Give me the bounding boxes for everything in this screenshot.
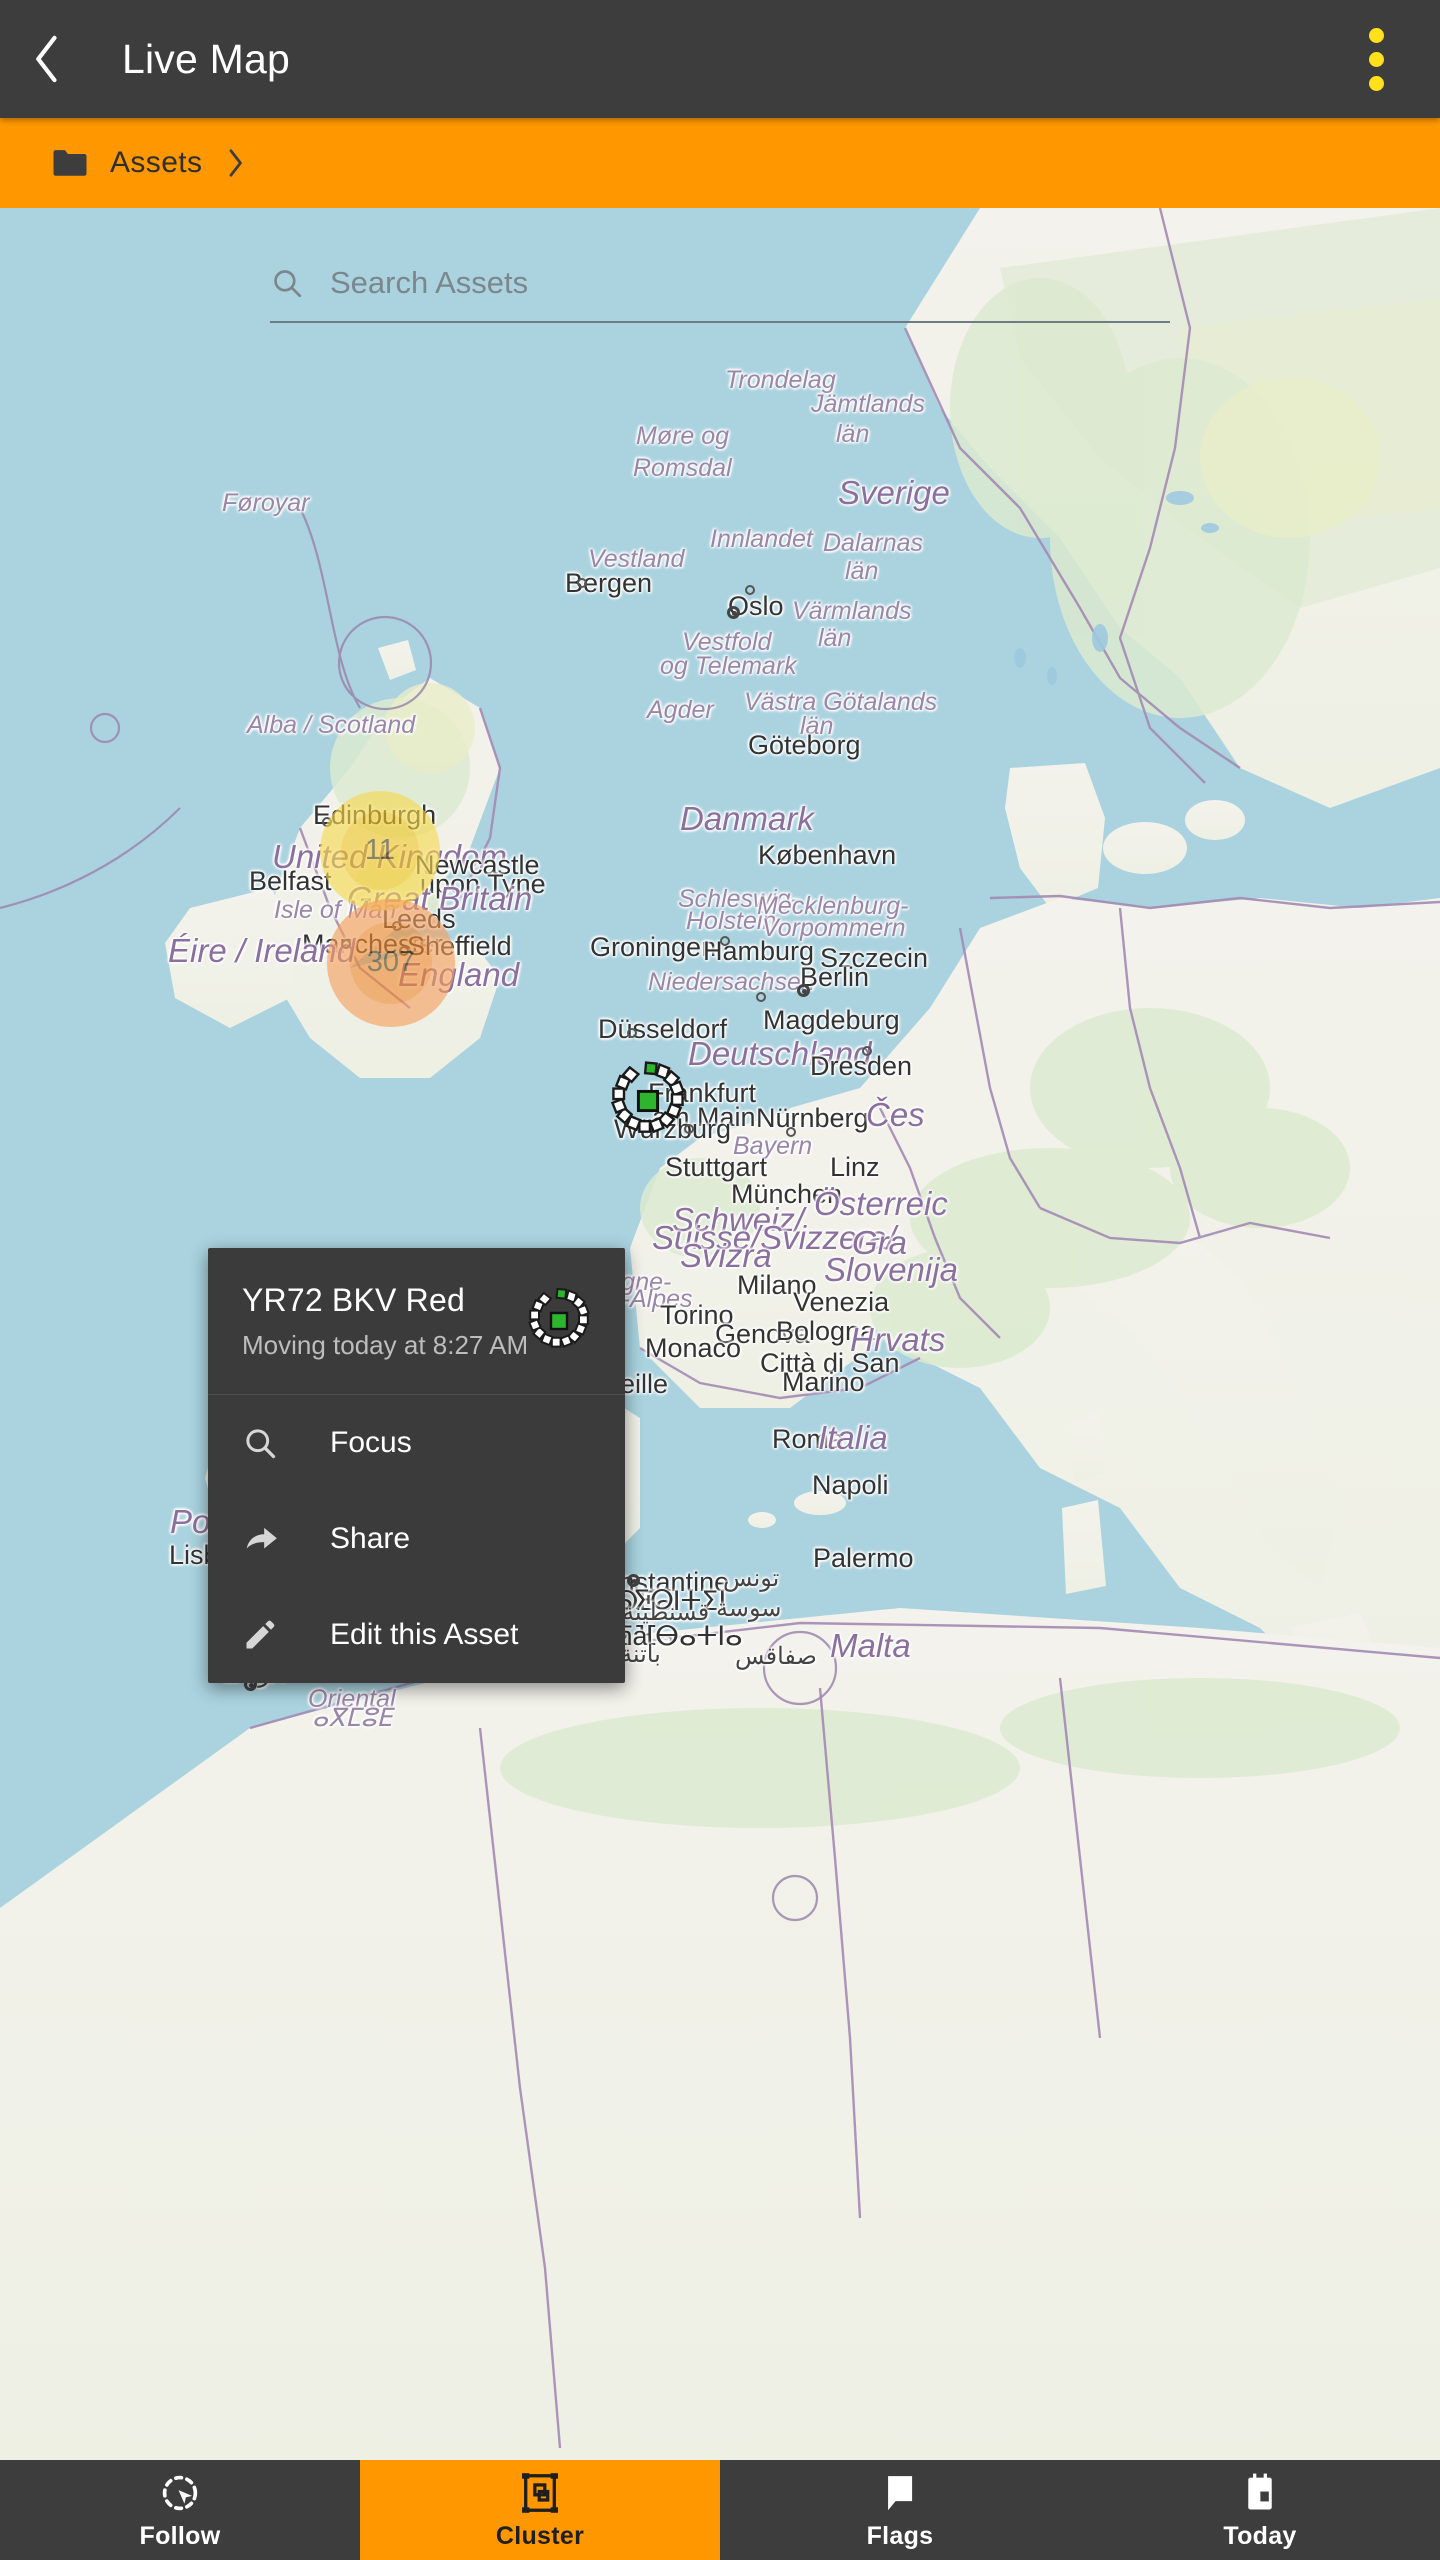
popup-heading-compass <box>519 1281 599 1361</box>
cluster-count: 11 <box>364 834 396 867</box>
search-icon <box>274 270 302 298</box>
place-dot <box>756 992 766 1002</box>
chevron-left-icon <box>36 35 57 83</box>
place-dot <box>786 1127 796 1137</box>
place-dot <box>862 1046 872 1056</box>
search-icon <box>242 1425 298 1461</box>
app-bar: Live Map <box>0 0 1440 118</box>
folder-icon <box>52 148 88 178</box>
capital-dot <box>627 1574 640 1587</box>
popup-menu-label: Share <box>330 1522 411 1555</box>
heading-compass-icon <box>528 1287 590 1348</box>
search-input[interactable] <box>330 265 1110 301</box>
follow-cursor-icon <box>158 2470 202 2516</box>
place-dot <box>577 578 587 588</box>
nav-item-flags[interactable]: Flags <box>720 2460 1080 2560</box>
nav-label: Cluster <box>495 2521 585 2550</box>
popup-menu-label: Edit this Asset <box>330 1618 519 1651</box>
chevron-right-icon <box>226 148 244 178</box>
nav-item-cluster[interactable]: Cluster <box>360 2460 720 2560</box>
bottom-navigation: Follow Cluster Flags Today <box>0 2460 1440 2560</box>
nav-item-follow[interactable]: Follow <box>0 2460 360 2560</box>
calendar-icon <box>1238 2470 1282 2516</box>
page-title: Live Map <box>122 35 290 82</box>
popup-menu-item-focus[interactable]: Focus <box>208 1395 625 1491</box>
popup-menu-item-edit[interactable]: Edit this Asset <box>208 1587 625 1683</box>
cluster-marker[interactable]: 11 <box>319 790 441 912</box>
place-dot <box>720 936 730 946</box>
place-dot <box>745 585 755 595</box>
nav-label: Today <box>1223 2521 1297 2550</box>
capital-dot <box>727 606 740 619</box>
overflow-dot <box>1368 75 1384 91</box>
overflow-dot <box>1368 51 1384 67</box>
cluster-count: 307 <box>366 946 416 979</box>
flag-chat-icon <box>878 2470 922 2516</box>
heading-compass-icon <box>610 1061 686 1134</box>
popup-header: YR72 BKV Red Moving today at 8:27 AM <box>208 1248 625 1394</box>
nav-label: Flags <box>866 2521 934 2550</box>
popup-menu-label: Focus <box>330 1426 412 1459</box>
asset-popup[interactable]: YR72 BKV Red Moving today at 8:27 AM Foc… <box>208 1248 625 1683</box>
popup-menu-item-share[interactable]: Share <box>208 1491 625 1587</box>
nav-item-today[interactable]: Today <box>1080 2460 1440 2560</box>
share-icon <box>242 1520 298 1558</box>
capital-dot <box>797 984 810 997</box>
breadcrumb[interactable]: Assets <box>0 118 1440 208</box>
nav-label: Follow <box>139 2521 221 2550</box>
pencil-icon <box>242 1617 298 1653</box>
cluster-icon <box>518 2470 562 2516</box>
overflow-menu-icon[interactable] <box>1346 0 1406 118</box>
breadcrumb-label[interactable]: Assets <box>110 146 202 180</box>
search-bar[interactable] <box>270 245 1170 323</box>
asset-compass-marker[interactable] <box>600 1053 696 1149</box>
place-dot <box>627 1028 637 1038</box>
overflow-dot <box>1368 27 1384 43</box>
back-button[interactable] <box>0 0 96 118</box>
cluster-marker[interactable]: 307 <box>327 899 455 1027</box>
